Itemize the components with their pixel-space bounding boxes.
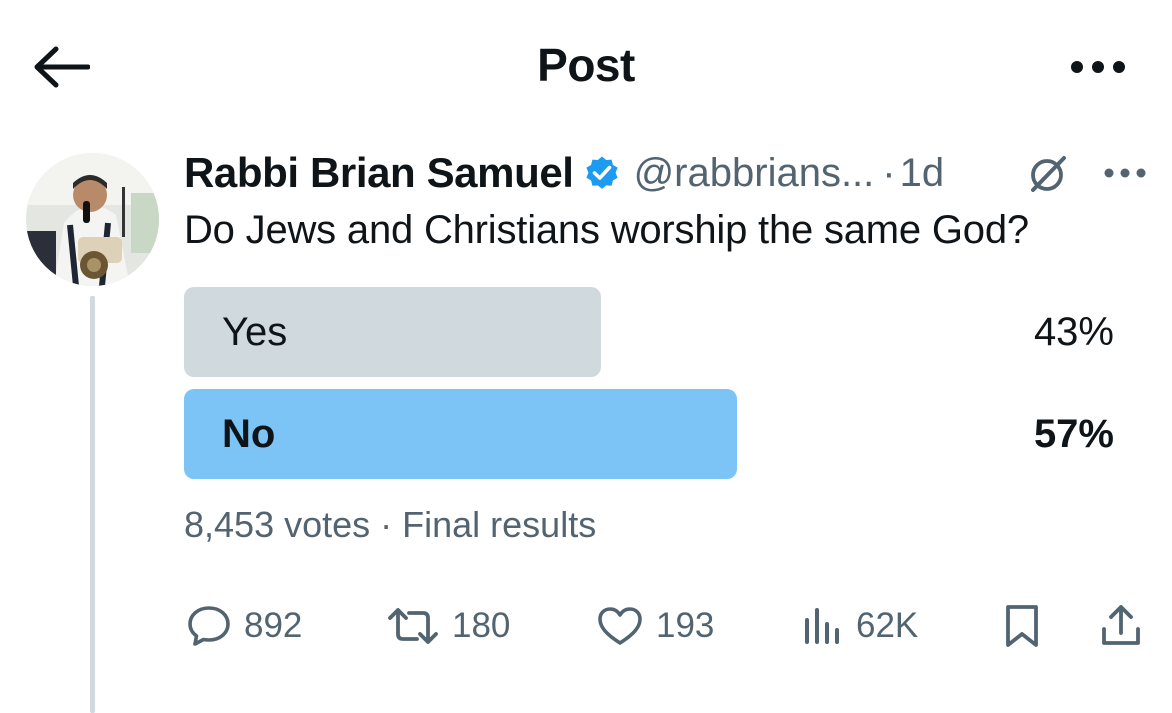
post-header: Rabbi Brian Samuel @rabbrians... · 1d <box>184 148 944 198</box>
repost-icon <box>388 608 438 644</box>
poll-footer: 8,453 votes · Final results <box>184 504 597 545</box>
like-button[interactable]: 193 <box>596 600 714 652</box>
views-count: 62K <box>856 606 919 645</box>
bookmark-icon <box>1006 605 1038 647</box>
header-more-button[interactable] <box>1062 50 1134 84</box>
share-button[interactable] <box>1098 600 1144 652</box>
heart-icon <box>598 607 642 645</box>
poll-option-label: Yes <box>222 310 288 354</box>
page-title: Post <box>537 39 635 91</box>
separator-dot: · <box>882 150 896 195</box>
more-horizontal-icon <box>1104 168 1146 178</box>
top-bar: Post <box>0 0 1172 135</box>
author-name[interactable]: Rabbi Brian Samuel <box>184 149 574 197</box>
avatar[interactable] <box>26 153 159 286</box>
poll-option-percent: 43% <box>1033 310 1114 354</box>
repost-button[interactable]: 180 <box>386 600 510 652</box>
post-more-button[interactable] <box>1100 158 1150 188</box>
grok-button[interactable] <box>1024 150 1072 198</box>
like-count: 193 <box>656 606 715 645</box>
poll-option-yes: Yes 43% <box>184 287 1134 377</box>
poll-option-no: No 57% <box>184 389 1134 479</box>
avatar-image <box>26 153 159 286</box>
views-chart-icon <box>805 608 839 644</box>
reply-button[interactable]: 892 <box>186 600 302 652</box>
poll-option-percent: 57% <box>1033 412 1114 456</box>
author-handle[interactable]: @rabbrians... <box>634 151 875 196</box>
post-text: Do Jews and Christians worship the same … <box>184 208 1029 252</box>
reply-count: 892 <box>244 606 303 645</box>
verified-badge-icon <box>584 155 620 191</box>
views-button[interactable]: 62K <box>800 600 918 652</box>
share-icon <box>1102 605 1140 645</box>
repost-count: 180 <box>452 606 511 645</box>
post-time[interactable]: 1d <box>900 151 945 196</box>
more-horizontal-icon <box>1071 61 1125 73</box>
bookmark-button[interactable] <box>1002 600 1042 652</box>
thread-line <box>90 296 95 713</box>
reply-bubble-icon <box>188 606 230 646</box>
grok-slash-icon <box>1031 156 1066 192</box>
poll-option-label: No <box>222 412 276 456</box>
